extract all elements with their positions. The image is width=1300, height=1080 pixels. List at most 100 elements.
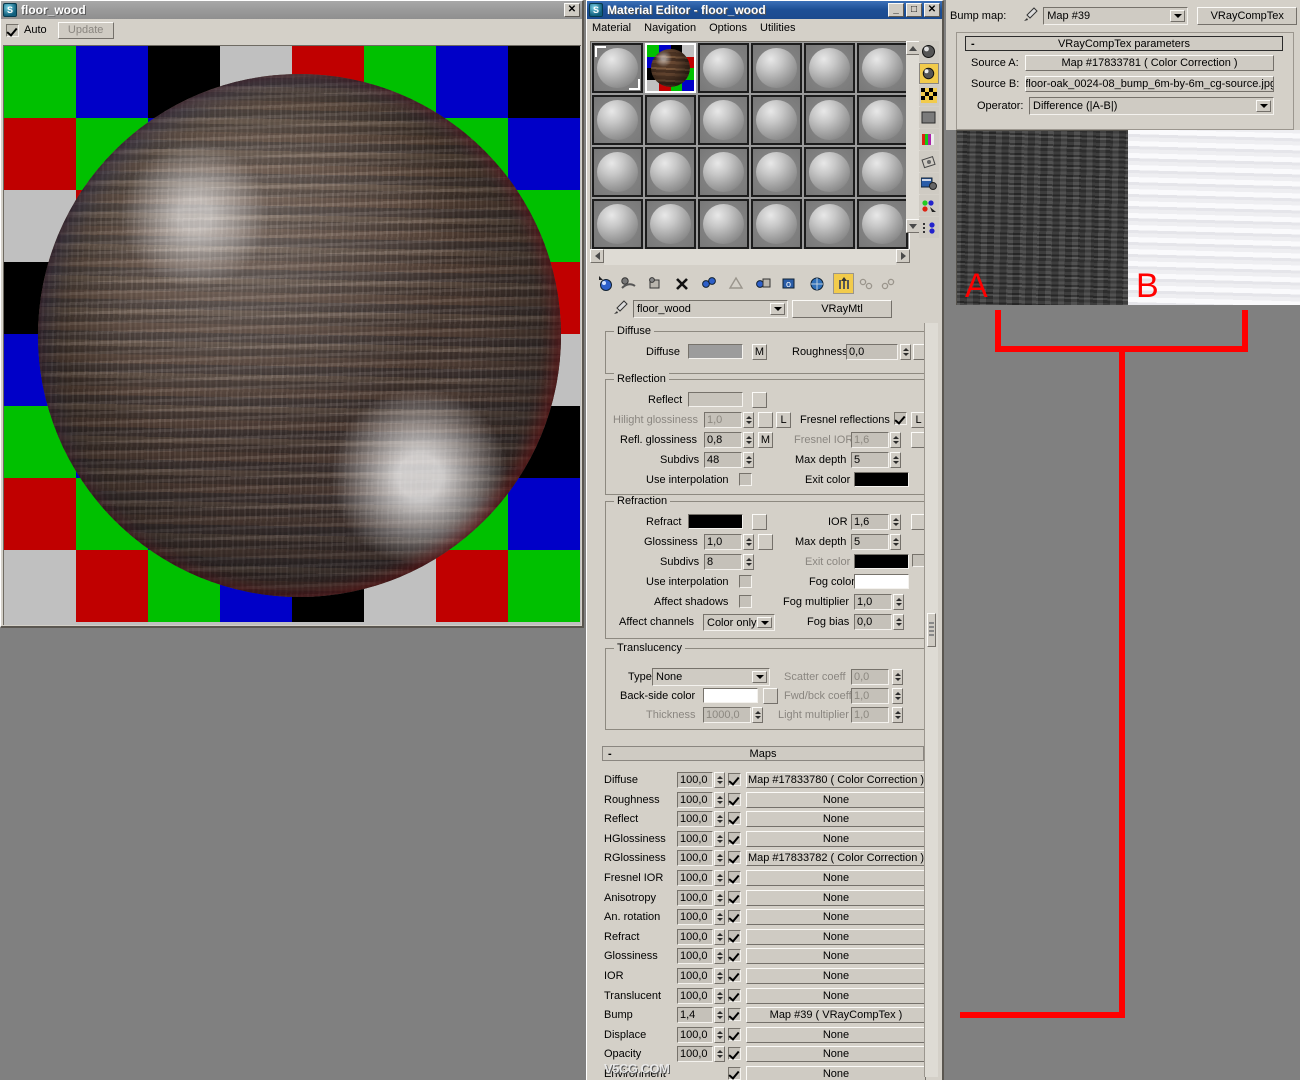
map-amount-spinner[interactable] xyxy=(714,1045,725,1062)
roughness-field[interactable]: 0,0 xyxy=(846,344,898,360)
select-by-material-icon[interactable] xyxy=(918,195,939,216)
map-enable-checkbox[interactable] xyxy=(728,832,741,845)
map-amount-field[interactable]: 100,0 xyxy=(677,908,713,925)
map-enable-checkbox[interactable] xyxy=(728,910,741,923)
map-slot-button[interactable]: None xyxy=(746,928,926,945)
options-icon[interactable] xyxy=(918,173,939,194)
refl-use-interpolation-checkbox[interactable] xyxy=(739,473,752,486)
fresnel-ior-field[interactable]: 1,6 xyxy=(851,432,889,448)
make-preview-icon[interactable] xyxy=(918,151,939,172)
refract-color-swatch[interactable] xyxy=(688,514,743,529)
auto-checkbox[interactable] xyxy=(6,23,19,37)
reset-map-slot-icon[interactable] xyxy=(644,273,665,294)
go-to-parent-icon[interactable] xyxy=(833,272,854,294)
ior-field[interactable]: 1,6 xyxy=(851,514,889,530)
menu-material[interactable]: Material xyxy=(592,22,631,34)
material-editor-titlebar[interactable]: S Material Editor - floor_wood _ □ ✕ xyxy=(587,1,942,19)
close-icon[interactable]: ✕ xyxy=(564,3,580,17)
map-enable-checkbox[interactable] xyxy=(728,969,741,982)
fresnel-ior-spinner[interactable] xyxy=(890,432,901,448)
map-amount-field[interactable]: 1,4 xyxy=(677,1006,713,1023)
update-button[interactable]: Update xyxy=(57,21,114,39)
material-slot[interactable] xyxy=(751,43,802,93)
refr-glossiness-spinner[interactable] xyxy=(743,534,754,550)
params-scroll-grip[interactable] xyxy=(927,613,936,647)
hilight-glossiness-field[interactable]: 1,0 xyxy=(704,412,742,428)
map-enable-checkbox[interactable] xyxy=(728,949,741,962)
refl-exit-color-swatch[interactable] xyxy=(854,472,909,487)
map-enable-checkbox[interactable] xyxy=(728,1067,741,1080)
eyedropper-icon[interactable] xyxy=(612,299,629,319)
fog-color-swatch[interactable] xyxy=(854,574,909,589)
map-amount-field[interactable]: 100,0 xyxy=(677,987,713,1004)
map-enable-checkbox[interactable] xyxy=(728,773,741,786)
map-amount-spinner[interactable] xyxy=(714,810,725,827)
map-amount-field[interactable]: 100,0 xyxy=(677,849,713,866)
chevron-down-icon[interactable] xyxy=(1170,10,1186,22)
light-multiplier-spinner[interactable] xyxy=(892,707,903,723)
map-amount-field[interactable]: 100,0 xyxy=(677,810,713,827)
get-material-icon[interactable] xyxy=(595,273,616,294)
sample-uv-tiling-icon[interactable] xyxy=(918,107,939,128)
refr-exit-color-swatch[interactable] xyxy=(854,554,909,569)
vraycomptex-rollout-header[interactable]: - VRayCompTex parameters xyxy=(965,36,1283,51)
back-side-color-swatch[interactable] xyxy=(703,688,758,703)
hilight-glossiness-map-button[interactable] xyxy=(758,412,773,428)
fog-multiplier-field[interactable]: 1,0 xyxy=(854,594,892,610)
sample-type-sphere-icon[interactable] xyxy=(918,41,939,62)
render-window-titlebar[interactable]: S floor_wood ✕ xyxy=(1,1,582,19)
map-slot-button[interactable]: None xyxy=(746,830,926,847)
refr-max-depth-field[interactable]: 5 xyxy=(851,534,889,550)
translucency-type-combo[interactable]: None xyxy=(652,668,770,686)
map-enable-checkbox[interactable] xyxy=(728,1028,741,1041)
fog-multiplier-spinner[interactable] xyxy=(893,594,904,610)
affect-channels-combo[interactable]: Color only xyxy=(703,614,775,631)
refr-max-depth-spinner[interactable] xyxy=(890,534,901,550)
material-slot[interactable] xyxy=(645,147,696,197)
material-slot[interactable] xyxy=(804,43,855,93)
video-color-check-icon[interactable] xyxy=(918,129,939,150)
map-amount-field[interactable]: 100,0 xyxy=(677,967,713,984)
map-slot-button[interactable]: None xyxy=(746,908,926,925)
material-sample-slots[interactable] xyxy=(590,41,910,251)
map-slot-button[interactable]: None xyxy=(746,869,926,886)
material-slot[interactable] xyxy=(645,199,696,249)
scroll-left-icon[interactable] xyxy=(590,249,604,263)
material-slot[interactable] xyxy=(751,95,802,145)
source-b-preview[interactable]: B xyxy=(1128,130,1300,305)
map-amount-spinner[interactable] xyxy=(714,908,725,925)
params-vscrollbar[interactable] xyxy=(924,323,938,1077)
map-amount-spinner[interactable] xyxy=(714,869,725,886)
material-type-button[interactable]: VRayMtl xyxy=(792,300,892,318)
refl-max-depth-spinner[interactable] xyxy=(890,452,901,468)
menu-options[interactable]: Options xyxy=(709,22,747,34)
go-to-parent-globe-icon[interactable] xyxy=(806,273,827,294)
hilight-glossiness-spinner[interactable] xyxy=(743,412,754,428)
map-amount-spinner[interactable] xyxy=(714,771,725,788)
source-a-map-button[interactable]: Map #17833781 ( Color Correction ) xyxy=(1025,55,1274,71)
light-multiplier-field[interactable]: 1,0 xyxy=(851,707,889,723)
material-slot[interactable] xyxy=(698,199,749,249)
minimize-icon[interactable]: _ xyxy=(888,3,904,17)
render-canvas[interactable] xyxy=(3,45,581,625)
material-slot[interactable] xyxy=(804,147,855,197)
maps-collapse-icon[interactable]: - xyxy=(608,748,612,760)
bump-map-name-combo[interactable]: Map #39 xyxy=(1043,7,1189,25)
material-id-channel-icon[interactable] xyxy=(918,217,939,238)
material-slot[interactable] xyxy=(592,95,643,145)
refr-glossiness-map-button[interactable] xyxy=(758,534,773,550)
ior-spinner[interactable] xyxy=(890,514,901,530)
close-icon[interactable]: ✕ xyxy=(924,3,940,17)
refr-glossiness-field[interactable]: 1,0 xyxy=(704,534,742,550)
fog-bias-field[interactable]: 0,0 xyxy=(854,614,892,630)
material-slot[interactable] xyxy=(698,147,749,197)
chevron-down-icon[interactable] xyxy=(752,671,767,683)
fwd-bck-coeff-spinner[interactable] xyxy=(892,688,903,704)
map-amount-spinner[interactable] xyxy=(714,987,725,1004)
map-amount-field[interactable]: 100,0 xyxy=(677,869,713,886)
map-slot-button[interactable]: None xyxy=(746,987,926,1004)
map-slot-button[interactable]: None xyxy=(746,947,926,964)
fwd-bck-coeff-field[interactable]: 1,0 xyxy=(851,688,889,704)
map-enable-checkbox[interactable] xyxy=(728,793,741,806)
map-amount-spinner[interactable] xyxy=(714,1026,725,1043)
